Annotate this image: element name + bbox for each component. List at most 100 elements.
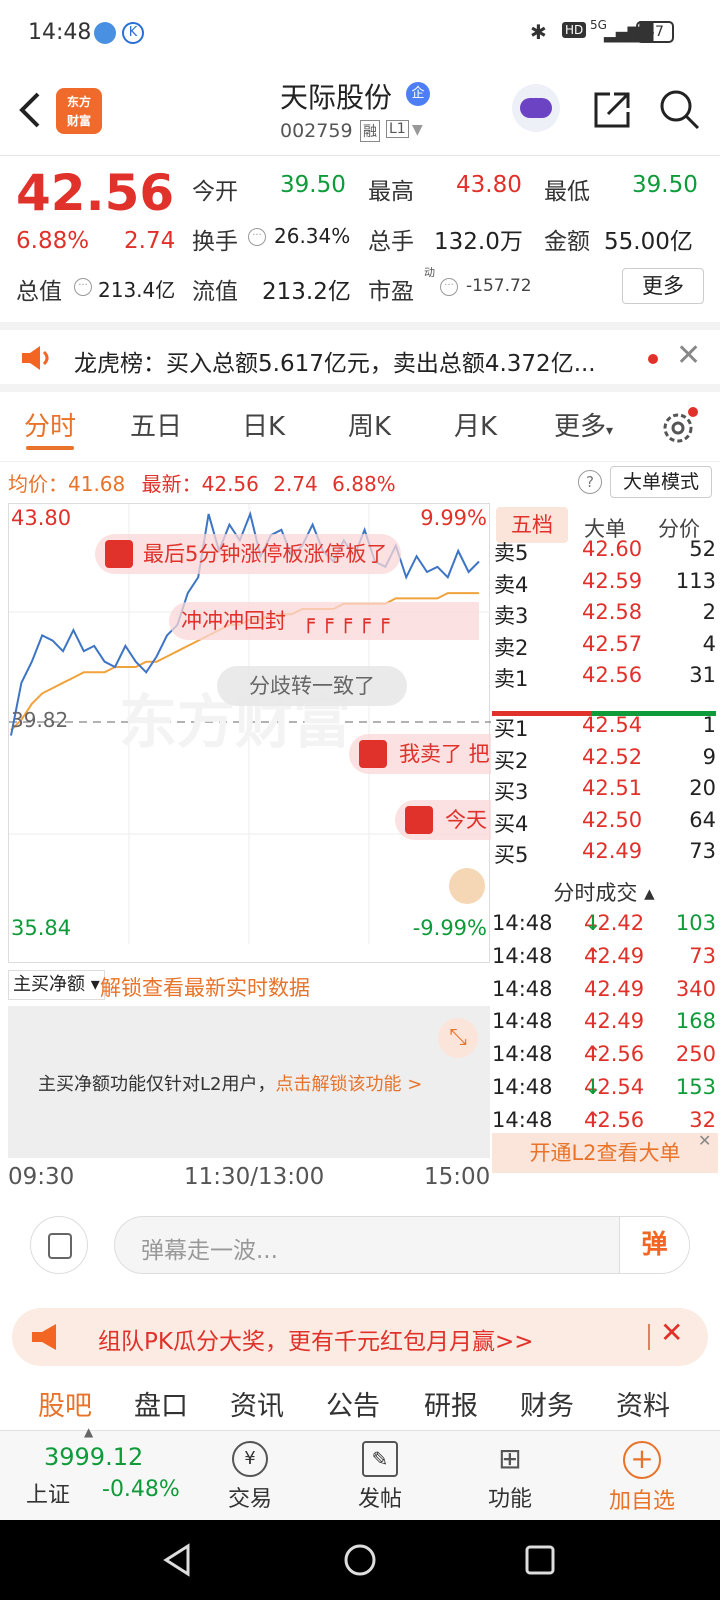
dragon-tiger-banner[interactable]: 龙虎榜：买入总额5.617亿元，卖出总额4.372亿... ✕ (0, 322, 720, 392)
trade-tick-row: 14:48 42.54 ↓ 153 (492, 1075, 716, 1099)
index-name[interactable]: 上证 (26, 1477, 70, 1509)
netbuy-note: 主买净额功能仅针对L2用户，点击解锁该功能 > (38, 1074, 423, 1095)
danmu-placeholder: 弹幕走一波... (141, 1238, 278, 1264)
level-price: 42.56 (582, 663, 643, 687)
sell-level-row: 卖5 42.60 52 (492, 537, 716, 569)
tab-announcement[interactable]: 公告 (326, 1384, 380, 1423)
add-watchlist-button[interactable]: + 加自选 (592, 1435, 692, 1515)
tick-time: 14:48 (492, 911, 553, 935)
netbuy-unlock-link[interactable]: 点击解锁该功能 > (275, 1074, 422, 1095)
dropdown-icon[interactable]: ▼ (412, 122, 423, 138)
bluetooth-icon: ✱ (530, 20, 547, 44)
index-pct[interactable]: -0.48% (102, 1477, 180, 1502)
level-price: 42.59 (582, 568, 643, 593)
level-price: 42.58 (582, 600, 643, 624)
back-icon[interactable] (16, 90, 42, 130)
tab-finance[interactable]: 财务 (520, 1384, 574, 1423)
settings-gear-icon[interactable] (660, 406, 700, 446)
tab-pankou[interactable]: 盘口 (134, 1384, 188, 1423)
danmu-settings-icon[interactable] (30, 1216, 88, 1274)
level-price: 42.57 (582, 631, 643, 656)
info-icon[interactable]: ··· (440, 278, 458, 296)
tab-intraday[interactable]: 分时 (24, 406, 76, 443)
robot-assistant-icon[interactable] (512, 84, 560, 132)
netbuy-select[interactable]: 主买净额 ▾ (8, 970, 105, 1000)
level-price: 42.51 (582, 776, 643, 800)
level-volume: 1 (702, 713, 716, 737)
latest-pct: 6.88% (332, 472, 396, 496)
tab-guba[interactable]: 股吧 (38, 1384, 92, 1423)
big-order-mode-button[interactable]: 大单模式 (610, 466, 712, 498)
float-value: 213.2亿 (262, 279, 351, 305)
expand-icon[interactable]: ⤡ (438, 1018, 478, 1058)
tick-time: 14:48 (492, 1042, 553, 1067)
danmu-bubble: 分歧转一致了 (217, 666, 407, 706)
volume-label: 总手 (368, 229, 414, 255)
close-icon[interactable]: ✕ (676, 338, 701, 373)
edit-icon: ✎ (362, 1441, 398, 1477)
trade-tick-row: 14:48 42.49 ↑ 73 (492, 943, 716, 968)
last-price: 42.56 (16, 164, 175, 222)
mascot-icon[interactable] (449, 868, 485, 904)
latest-label: 最新： (141, 472, 202, 496)
tab-profile[interactable]: 资料 (616, 1384, 670, 1423)
nav-recents-icon[interactable] (522, 1542, 558, 1578)
close-l2-icon[interactable]: ✕ (698, 1131, 711, 1150)
index-value[interactable]: 3999.12 (44, 1443, 143, 1471)
intraday-chart[interactable]: 东方财富 43.80 9.99% 39.82 35.84 -9.99% 最后5分… (8, 503, 491, 963)
level-label: 卖4 (494, 572, 529, 597)
more-button[interactable]: 更多 (622, 268, 704, 304)
info-icon[interactable]: ··· (74, 278, 92, 296)
content-tabs: 股吧 盘口 资讯 公告 研报 财务 资料 (0, 1378, 720, 1430)
level-label: 卖2 (494, 635, 529, 660)
latest-chg: 2.74 (273, 472, 318, 496)
tab-research[interactable]: 研报 (424, 1384, 478, 1423)
promo-banner[interactable]: 组队PK瓜分大奖，更有千元红包月月赢>> ✕ (12, 1308, 708, 1366)
buy-level-row: 买4 42.50 64 (492, 808, 716, 840)
index-expand-icon[interactable]: ▲ (84, 1425, 93, 1439)
buy-level-row: 买1 42.54 1 (492, 713, 716, 745)
trade-tick-row: 14:48 42.42 ↓ 103 (492, 911, 716, 935)
tab-news[interactable]: 资讯 (230, 1384, 284, 1423)
firecracker-icon (105, 540, 133, 568)
close-icon[interactable]: ✕ (660, 1316, 683, 1349)
open-l2-button[interactable]: 开通L2查看大单 (492, 1133, 718, 1173)
nav-home-icon[interactable] (342, 1542, 378, 1578)
danmu-send-button[interactable]: 弹 (619, 1217, 689, 1273)
plus-icon: + (623, 1441, 661, 1479)
tab-weekly-k[interactable]: 周K (348, 406, 391, 443)
tab-more[interactable]: 更多▾ (554, 406, 613, 443)
search-icon[interactable] (658, 88, 702, 132)
buy-level-row: 买3 42.51 20 (492, 776, 716, 808)
buy-level-row: 买5 42.49 73 (492, 839, 716, 871)
tick-time: 14:48 (492, 1075, 553, 1099)
sell-level-row: 卖3 42.58 2 (492, 600, 716, 632)
open-value: 39.50 (280, 172, 346, 198)
danmu-bubble: 最后5分钟涨停板涨停板了 (95, 534, 402, 574)
help-icon[interactable]: ? (578, 470, 602, 494)
nav-back-icon[interactable] (162, 1542, 192, 1578)
danmu-input[interactable]: 弹幕走一波... 弹 (114, 1216, 690, 1274)
low-value: 39.50 (632, 172, 698, 198)
level-label: 买1 (494, 717, 529, 741)
tick-volume: 73 (689, 943, 716, 968)
danmu-bubble: 今天 (395, 800, 491, 840)
trade-button[interactable]: ¥ 交易 (200, 1435, 300, 1513)
ticks-title[interactable]: 分时成交 ▴ (492, 875, 716, 911)
info-icon[interactable]: ··· (248, 228, 266, 246)
level-volume: 113 (675, 568, 716, 593)
unread-dot (648, 354, 658, 364)
tab-five-day[interactable]: 五日 (130, 406, 182, 443)
tab-monthly-k[interactable]: 月K (454, 406, 497, 443)
bottom-toolbar: ▲ 3999.12 上证 -0.48% ¥ 交易 ✎ 发帖 ⊞ 功能 + 加自选 (0, 1425, 720, 1520)
grid-icon: ⊞ (498, 1442, 522, 1475)
function-button[interactable]: ⊞ 功能 (460, 1435, 560, 1513)
post-button[interactable]: ✎ 发帖 (330, 1435, 430, 1513)
share-icon[interactable] (590, 88, 634, 132)
change-amount: 2.74 (124, 228, 176, 254)
turnover-value: 26.34% (274, 224, 351, 248)
pe-dynamic-mark: 动 (424, 266, 435, 279)
tick-time: 14:48 (492, 1107, 553, 1132)
tab-daily-k[interactable]: 日K (242, 406, 285, 443)
unlock-link[interactable]: 解锁查看最新实时数据 (100, 972, 310, 1002)
